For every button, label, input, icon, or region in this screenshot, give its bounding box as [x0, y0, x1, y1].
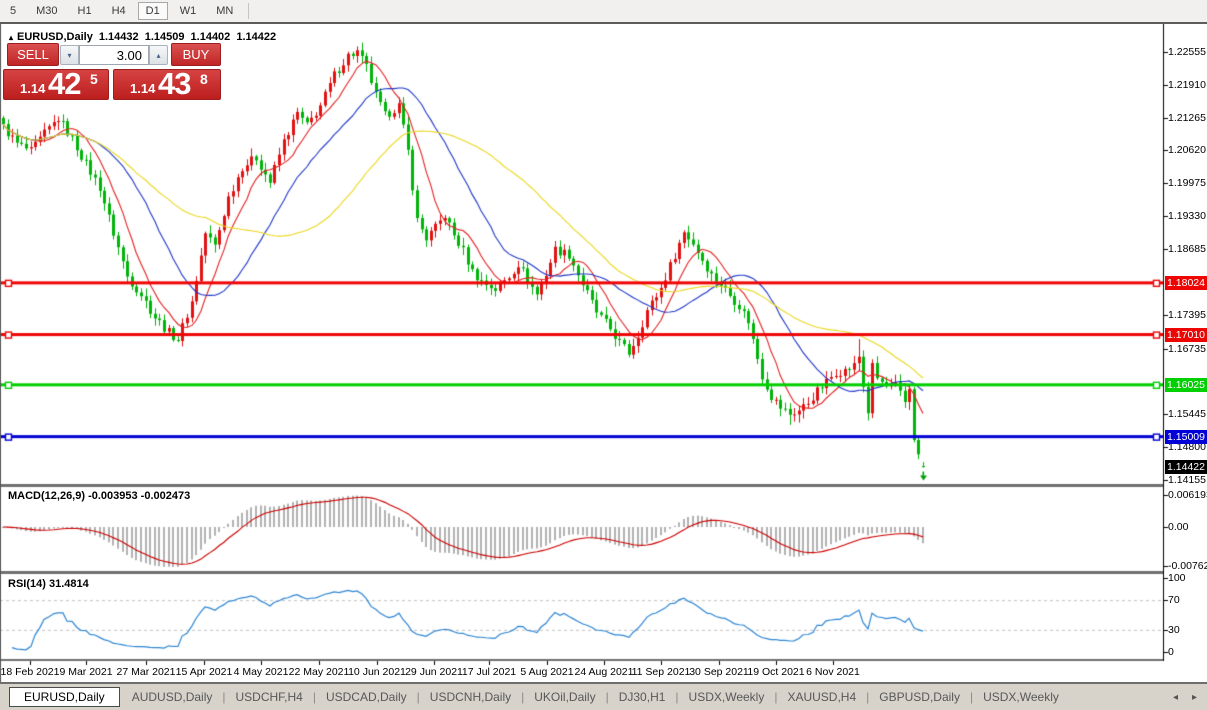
rsi-indicator-label: RSI(14) 31.4814: [8, 578, 89, 590]
date-tick-label: 29 Jun 2021: [405, 666, 463, 678]
sell-price-base: 1.14: [20, 81, 45, 96]
price-tick-label: 1.22555: [1168, 46, 1206, 58]
date-tick-label: 17 Jul 2021: [462, 666, 516, 678]
tab-ukoil-daily[interactable]: UKOil,Daily: [528, 688, 601, 706]
main-chart-canvas[interactable]: [0, 24, 1207, 682]
tab-divider: |: [862, 690, 873, 704]
collapse-triangle-icon[interactable]: ▴: [9, 33, 13, 42]
price-level-badge: 1.17010: [1165, 328, 1207, 342]
buy-button[interactable]: BUY: [171, 43, 221, 66]
timeframe-button-5[interactable]: 5: [2, 2, 24, 20]
date-tick-label: 10 Jun 2021: [348, 666, 406, 678]
price-tick-label: 1.16735: [1168, 343, 1206, 355]
tab-usdcnh-daily[interactable]: USDCNH,Daily: [424, 688, 517, 706]
buy-price-base: 1.14: [130, 81, 155, 96]
volume-input[interactable]: [79, 45, 149, 65]
sell-price-pips: 42: [48, 66, 80, 102]
tab-usdchf-h4[interactable]: USDCHF,H4: [230, 688, 309, 706]
price-tick-label: 1.18685: [1168, 243, 1206, 255]
date-tick-label: 6 Nov 2021: [806, 666, 860, 678]
tab-divider: |: [671, 690, 682, 704]
ohlc-open: 1.14432: [99, 31, 139, 43]
sell-button[interactable]: SELL: [7, 43, 59, 66]
date-tick-label: 19 Oct 2021: [747, 666, 804, 678]
tab-divider: |: [309, 690, 320, 704]
date-tick-label: 4 May 2021: [234, 666, 289, 678]
price-tick-label: 1.20620: [1168, 144, 1206, 156]
timeframe-button-d1[interactable]: D1: [138, 2, 168, 20]
ohlc-high: 1.14509: [145, 31, 185, 43]
price-level-badge: 1.18024: [1165, 276, 1207, 290]
tab-divider: |: [770, 690, 781, 704]
price-tick-label: 1.19975: [1168, 177, 1206, 189]
buy-price-box[interactable]: 1.14 43 8: [113, 69, 221, 100]
tab-audusd-daily[interactable]: AUDUSD,Daily: [126, 688, 219, 706]
tab-usdx-weekly[interactable]: USDX,Weekly: [683, 688, 771, 706]
price-level-badge: 1.16025: [1165, 378, 1207, 392]
tab-scroll-left-icon[interactable]: ◂: [1173, 692, 1178, 703]
price-tick-label: 1.14155: [1168, 474, 1206, 486]
price-tick-label: 1.17395: [1168, 309, 1206, 321]
date-tick-label: 11 Sep 2021: [632, 666, 691, 678]
symbol-tab-bar: EURUSD,DailyAUDUSD,Daily|USDCHF,H4|USDCA…: [0, 682, 1207, 710]
rsi-axis-label: 0: [1168, 646, 1174, 658]
macd-indicator-label: MACD(12,26,9) -0.003953 -0.002473: [8, 490, 190, 502]
one-click-trade-panel: SELL ▾ ▴ BUY 1.14 42 5 1.14 43 8: [3, 43, 221, 100]
tab-dj30-h1[interactable]: DJ30,H1: [613, 688, 672, 706]
macd-axis-label: 0.00: [1168, 521, 1188, 533]
ohlc-close: 1.14422: [236, 31, 276, 43]
tab-divider: |: [517, 690, 528, 704]
ohlc-low: 1.14402: [191, 31, 231, 43]
price-level-badge: 1.14422: [1165, 460, 1207, 474]
toolbar-separator: [248, 3, 249, 19]
timeframe-toolbar: 5M30 H1H4D1W1MN: [0, 0, 1207, 22]
tab-divider: |: [218, 690, 229, 704]
tab-divider: |: [602, 690, 613, 704]
date-tick-label: 15 Apr 2021: [176, 666, 233, 678]
macd-axis-label: -0.007621: [1168, 560, 1207, 572]
trading-platform-window: 5M30H1H4D1W1MN ▴EURUSD,Daily 1.14432 1.1…: [0, 0, 1207, 710]
tab-scroll-right-icon[interactable]: ▸: [1192, 692, 1197, 703]
timeframe-button-mn[interactable]: MN: [208, 2, 241, 20]
price-level-badge: 1.15009: [1165, 430, 1207, 444]
buy-price-pips: 43: [158, 66, 190, 102]
date-tick-label: 27 Mar 2021: [117, 666, 176, 678]
date-tick-label: 30 Sep 2021: [689, 666, 749, 678]
timeframe-button-h4[interactable]: H4: [104, 2, 134, 20]
tab-divider: |: [966, 690, 977, 704]
date-tick-label: 9 Mar 2021: [59, 666, 112, 678]
tab-divider: |: [413, 690, 424, 704]
chart-title: ▴ EURUSD,Daily 1.14432 1.14509 1.14402 1.…: [9, 31, 279, 43]
volume-decrease-icon[interactable]: ▾: [60, 45, 79, 65]
timeframe-button-m30[interactable]: M30: [28, 2, 65, 20]
timeframe-button-h1[interactable]: H1: [70, 2, 100, 20]
timeframe-button-w1[interactable]: W1: [172, 2, 205, 20]
tab-eurusd-daily[interactable]: EURUSD,Daily: [9, 687, 120, 707]
macd-axis-label: 0.006193: [1168, 489, 1207, 501]
buy-price-fraction: 8: [200, 71, 208, 87]
price-tick-label: 1.21265: [1168, 112, 1206, 124]
tab-xauusd-h4[interactable]: XAUUSD,H4: [781, 688, 862, 706]
date-tick-label: 22 May 2021: [289, 666, 350, 678]
sell-price-box[interactable]: 1.14 42 5: [3, 69, 109, 100]
chart-symbol-label: EURUSD,Daily: [17, 31, 93, 43]
sell-price-fraction: 5: [90, 71, 98, 87]
rsi-axis-label: 70: [1168, 594, 1180, 606]
tab-scroll-arrows: ◂ ▸: [1173, 684, 1197, 710]
tab-usdx-weekly[interactable]: USDX,Weekly: [977, 688, 1065, 706]
rsi-axis-label: 30: [1168, 624, 1180, 636]
price-tick-label: 1.19330: [1168, 210, 1206, 222]
tab-usdcad-daily[interactable]: USDCAD,Daily: [320, 688, 413, 706]
volume-increase-icon[interactable]: ▴: [149, 45, 168, 65]
date-tick-label: 24 Aug 2021: [575, 666, 634, 678]
date-tick-label: 5 Aug 2021: [520, 666, 573, 678]
price-tick-label: 1.21910: [1168, 79, 1206, 91]
price-tick-label: 1.15445: [1168, 408, 1206, 420]
rsi-axis-label: 100: [1168, 572, 1186, 584]
date-tick-label: 18 Feb 2021: [1, 666, 60, 678]
tab-gbpusd-daily[interactable]: GBPUSD,Daily: [873, 688, 966, 706]
